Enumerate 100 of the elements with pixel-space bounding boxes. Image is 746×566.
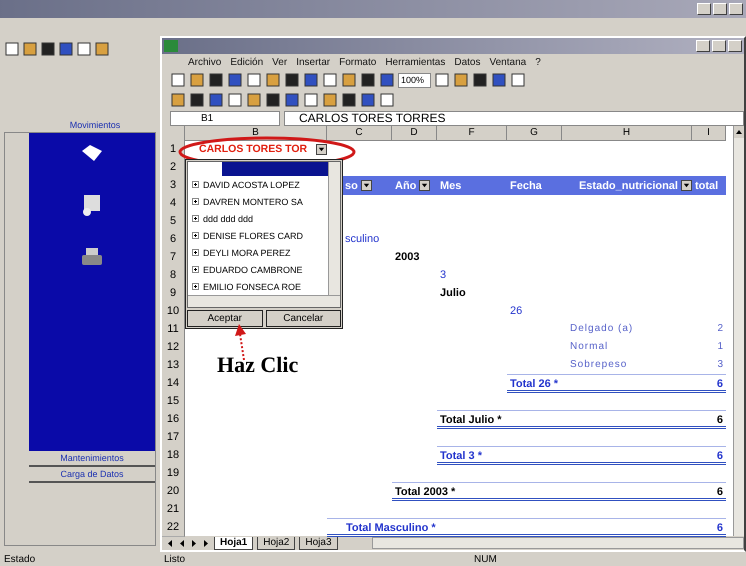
toolbar-icon[interactable]: [189, 92, 205, 108]
row-header[interactable]: 19: [162, 464, 185, 483]
row-header[interactable]: 13: [162, 356, 185, 375]
close-button[interactable]: [729, 3, 743, 15]
plus-icon[interactable]: [192, 198, 199, 205]
maximize-button[interactable]: [712, 40, 726, 52]
toolbar-icon[interactable]: [227, 72, 243, 88]
row-header[interactable]: 16: [162, 410, 185, 429]
row-header[interactable]: 7: [162, 248, 185, 267]
toolbar-icon[interactable]: [379, 92, 395, 108]
sheet-tab[interactable]: Hoja3: [299, 536, 338, 550]
column-header[interactable]: D: [392, 126, 437, 141]
row-header[interactable]: 9: [162, 284, 185, 303]
column-header[interactable]: C: [327, 126, 392, 141]
row-header[interactable]: 22: [162, 518, 185, 537]
menu-item[interactable]: Formato: [339, 56, 376, 68]
row-header[interactable]: 11: [162, 320, 185, 339]
plus-icon[interactable]: [192, 215, 199, 222]
name-box[interactable]: B1: [170, 110, 280, 126]
toolbar-icon[interactable]: [170, 92, 186, 108]
plus-icon[interactable]: [192, 249, 199, 256]
toolbar-icon[interactable]: [341, 72, 357, 88]
menu-item[interactable]: Ventana: [489, 56, 526, 68]
sheet-tab[interactable]: Hoja2: [257, 536, 296, 550]
column-header[interactable]: G: [507, 126, 562, 141]
scrollbar[interactable]: [328, 162, 340, 295]
row-header[interactable]: 4: [162, 194, 185, 213]
toolbar-icon[interactable]: [58, 41, 74, 57]
column-header[interactable]: I: [692, 126, 726, 141]
toolbar-icon[interactable]: [22, 41, 38, 57]
row-header[interactable]: 12: [162, 338, 185, 357]
toolbar-icon[interactable]: [265, 92, 281, 108]
list-item[interactable]: DAVREN MONTERO SA: [192, 193, 328, 210]
toolbar-icon[interactable]: [322, 72, 338, 88]
list-item[interactable]: EMILIO FONSECA ROE: [192, 278, 328, 295]
toolbar-icon[interactable]: [303, 92, 319, 108]
toolbar-icon[interactable]: [227, 92, 243, 108]
toolbar-icon[interactable]: [284, 92, 300, 108]
row-header[interactable]: 21: [162, 500, 185, 519]
toolbar-icon[interactable]: [341, 92, 357, 108]
toolbar-icon[interactable]: [246, 92, 262, 108]
sidebar-link[interactable]: Carga de Datos: [29, 467, 155, 483]
toolbar-icon[interactable]: [453, 72, 470, 88]
plus-icon[interactable]: [192, 283, 199, 290]
menu-item[interactable]: Archivo: [188, 56, 222, 68]
accept-button[interactable]: Aceptar: [187, 310, 262, 327]
formula-bar[interactable]: CARLOS TORES TORRES: [284, 110, 744, 126]
scrollbar[interactable]: [372, 537, 744, 549]
printer-icon[interactable]: [80, 247, 104, 267]
minimize-button[interactable]: [697, 3, 711, 15]
row-header[interactable]: 15: [162, 392, 185, 411]
toolbar-icon[interactable]: [94, 41, 110, 57]
toolbar-icon[interactable]: [76, 41, 92, 57]
toolbar-icon[interactable]: [265, 72, 281, 88]
menu-item[interactable]: Insertar: [296, 56, 330, 68]
menu-item[interactable]: ?: [535, 56, 541, 68]
row-header[interactable]: 2: [162, 158, 185, 177]
toolbar-icon[interactable]: [40, 41, 56, 57]
row-header[interactable]: 14: [162, 374, 185, 393]
toolbar-icon[interactable]: [208, 92, 224, 108]
toolbar-icon[interactable]: [322, 92, 338, 108]
sidebar-link[interactable]: Mantenimientos: [29, 451, 155, 467]
row-header[interactable]: 6: [162, 230, 185, 249]
toolbar-icon[interactable]: [379, 72, 395, 88]
toolbar-icon[interactable]: [360, 72, 376, 88]
sheet-tab[interactable]: Hoja1: [214, 536, 254, 550]
toolbar-icon[interactable]: [246, 72, 262, 88]
plus-icon[interactable]: [192, 181, 199, 188]
column-header[interactable]: F: [437, 126, 507, 141]
toolbar-icon[interactable]: [189, 72, 205, 88]
cancel-button[interactable]: Cancelar: [266, 310, 341, 327]
plus-icon[interactable]: [192, 266, 199, 273]
toolbar-icon[interactable]: [510, 72, 526, 88]
toolbar-icon[interactable]: [208, 72, 224, 88]
menu-item[interactable]: Datos: [454, 56, 480, 68]
menu-item[interactable]: Edición: [230, 56, 264, 68]
toolbar-icon[interactable]: [434, 72, 450, 88]
toolbar-icon[interactable]: [170, 72, 186, 88]
toolbar-icon[interactable]: [472, 72, 488, 88]
list-item[interactable]: EDUARDO CAMBRONE: [192, 261, 328, 278]
toolbar-icon[interactable]: [360, 92, 376, 108]
column-header[interactable]: H: [562, 126, 692, 141]
row-header[interactable]: 3: [162, 176, 185, 195]
list-item[interactable]: DAVID ACOSTA LOPEZ: [192, 176, 328, 193]
scrollbar[interactable]: [188, 295, 340, 307]
scroll-up-icon[interactable]: [734, 126, 744, 138]
maximize-button[interactable]: [713, 3, 727, 15]
menu-item[interactable]: Ver: [272, 56, 288, 68]
minimize-button[interactable]: [696, 40, 710, 52]
row-header[interactable]: 10: [162, 302, 185, 321]
toolbar-icon[interactable]: [303, 72, 319, 88]
row-header[interactable]: 8: [162, 266, 185, 285]
row-header[interactable]: 20: [162, 482, 185, 501]
list-item[interactable]: DENISE FLORES CARD: [192, 227, 328, 244]
row-header[interactable]: 18: [162, 446, 185, 465]
row-header[interactable]: 5: [162, 212, 185, 231]
menu-item[interactable]: Herramientas: [385, 56, 446, 68]
toolbar-icon[interactable]: [4, 41, 20, 57]
list-item[interactable]: ddd ddd ddd: [192, 210, 328, 227]
toolbar-icon[interactable]: [491, 72, 508, 88]
